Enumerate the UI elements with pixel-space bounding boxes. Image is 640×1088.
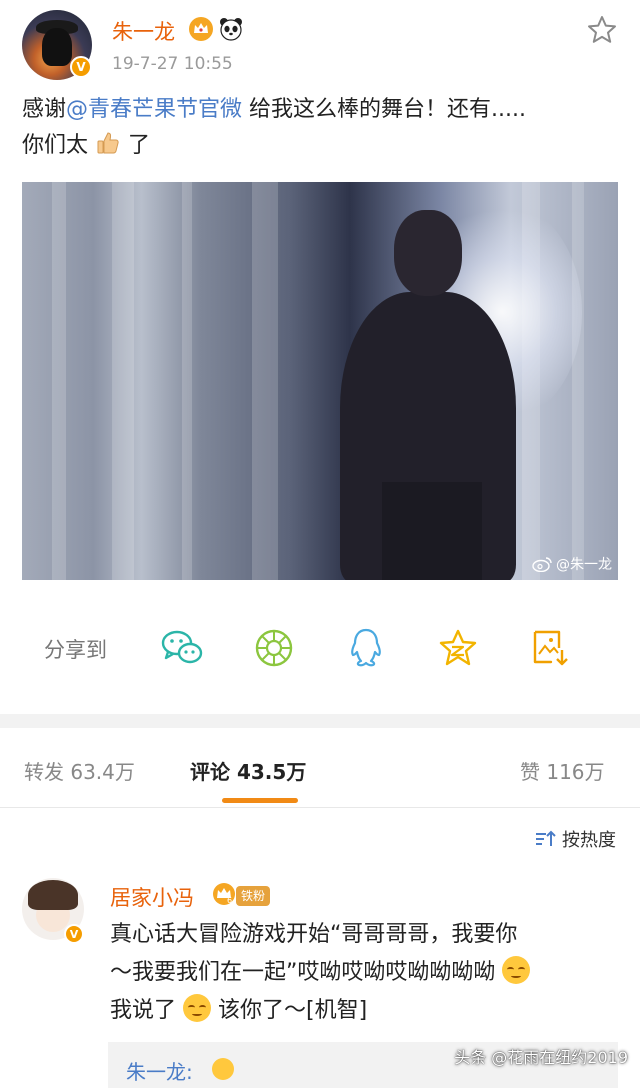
commenter-name[interactable]: 居家小冯 <box>110 882 194 912</box>
wechat-icon <box>161 630 203 664</box>
sort-label: 按热度 <box>562 830 616 851</box>
image-watermark: @朱一龙 <box>532 554 612 574</box>
blush-emoji-icon <box>183 994 211 1022</box>
post-image[interactable]: @朱一龙 <box>22 182 618 580</box>
tab-likes[interactable]: 赞 116万 <box>520 756 605 785</box>
repost-count: 63.4万 <box>70 760 135 784</box>
curtain-fold <box>572 182 584 580</box>
author-name[interactable]: 朱一龙 <box>112 16 175 46</box>
post-header: V 朱一龙 19-7-27 10:55 <box>0 0 640 90</box>
qzone-icon <box>439 629 477 666</box>
panda-icon <box>220 18 242 41</box>
like-label: 赞 <box>520 760 540 784</box>
post-text-line2-a: 你们太 <box>22 133 89 158</box>
share-qzone-button[interactable] <box>434 624 482 672</box>
favorite-star-icon[interactable] <box>586 14 618 46</box>
share-moments-button[interactable] <box>250 624 298 672</box>
singer-legs <box>382 482 482 580</box>
thumbs-up-icon <box>97 132 119 154</box>
active-tab-indicator <box>222 798 298 803</box>
moments-icon <box>255 629 293 667</box>
sort-icon <box>536 830 556 846</box>
tab-repost[interactable]: 转发 63.4万 <box>24 756 135 785</box>
share-qq-button[interactable] <box>342 624 390 672</box>
sort-row: 按热度 <box>0 812 640 862</box>
fan-level: 6 <box>227 896 232 905</box>
qq-icon <box>351 628 381 667</box>
image-watermark-text: @朱一龙 <box>556 557 612 573</box>
share-wechat-button[interactable] <box>158 624 206 672</box>
comment-line3-b: 该你了～[机智] <box>211 998 368 1023</box>
singer-head <box>394 210 462 296</box>
comment-count: 43.5万 <box>236 760 307 784</box>
weibo-icon <box>532 557 552 572</box>
tab-comments[interactable]: 评论 43.5万 <box>190 756 306 785</box>
fan-badge: 铁粉 <box>236 886 271 906</box>
share-row: 分享到 <box>0 610 640 686</box>
comment-label: 评论 <box>190 760 230 784</box>
curtain-fold <box>112 182 134 580</box>
post-time: 19-7-27 10:55 <box>112 54 233 74</box>
member-crown-icon: 6 <box>213 883 235 905</box>
post-text: 感谢@青春芒果节官微 给我这么棒的舞台！还有..... 你们太 了 <box>22 92 622 164</box>
curtain-fold <box>182 182 192 580</box>
share-label: 分享到 <box>44 638 107 662</box>
reply-author[interactable]: 朱一龙: <box>126 1056 193 1085</box>
stats-tabs: 转发 63.4万 评论 43.5万 赞 116万 <box>0 728 640 808</box>
sort-by-hot-button[interactable]: 按热度 <box>534 826 616 852</box>
verified-badge-icon: V <box>70 56 92 78</box>
curtain-fold <box>252 182 278 580</box>
comment-line2: ～我要我们在一起”哎呦哎呦哎呦呦呦呦 <box>110 960 503 985</box>
comment-line1: 真心话大冒险游戏开始“哥哥哥哥，我要你 <box>110 922 518 947</box>
post-text-line2-b: 了 <box>128 133 151 158</box>
post-text-mid: 给我这么棒的舞台！还有..... <box>242 97 526 122</box>
crown-icon <box>189 17 213 41</box>
comment-line3-a: 我说了 <box>110 998 183 1023</box>
comment-text: 真心话大冒险游戏开始“哥哥哥哥，我要你 ～我要我们在一起”哎呦哎呦哎呦呦呦呦 我… <box>110 916 610 1030</box>
curtain-fold <box>52 182 66 580</box>
avatar-silhouette <box>42 28 72 66</box>
save-image-button[interactable] <box>526 624 574 672</box>
verified-badge-icon: V <box>64 924 84 944</box>
like-count: 116万 <box>546 760 605 784</box>
laugh-emoji-icon <box>212 1058 234 1080</box>
blush-emoji-icon <box>502 956 531 984</box>
avatar-hair <box>28 880 78 910</box>
section-divider <box>0 714 640 728</box>
repost-label: 转发 <box>24 760 64 784</box>
mention-link[interactable]: @青春芒果节官微 <box>66 97 242 122</box>
source-watermark: 头条 @花雨在纽约2019 <box>454 1048 628 1067</box>
post-text-prefix: 感谢 <box>22 97 67 122</box>
save-image-icon <box>533 630 568 666</box>
